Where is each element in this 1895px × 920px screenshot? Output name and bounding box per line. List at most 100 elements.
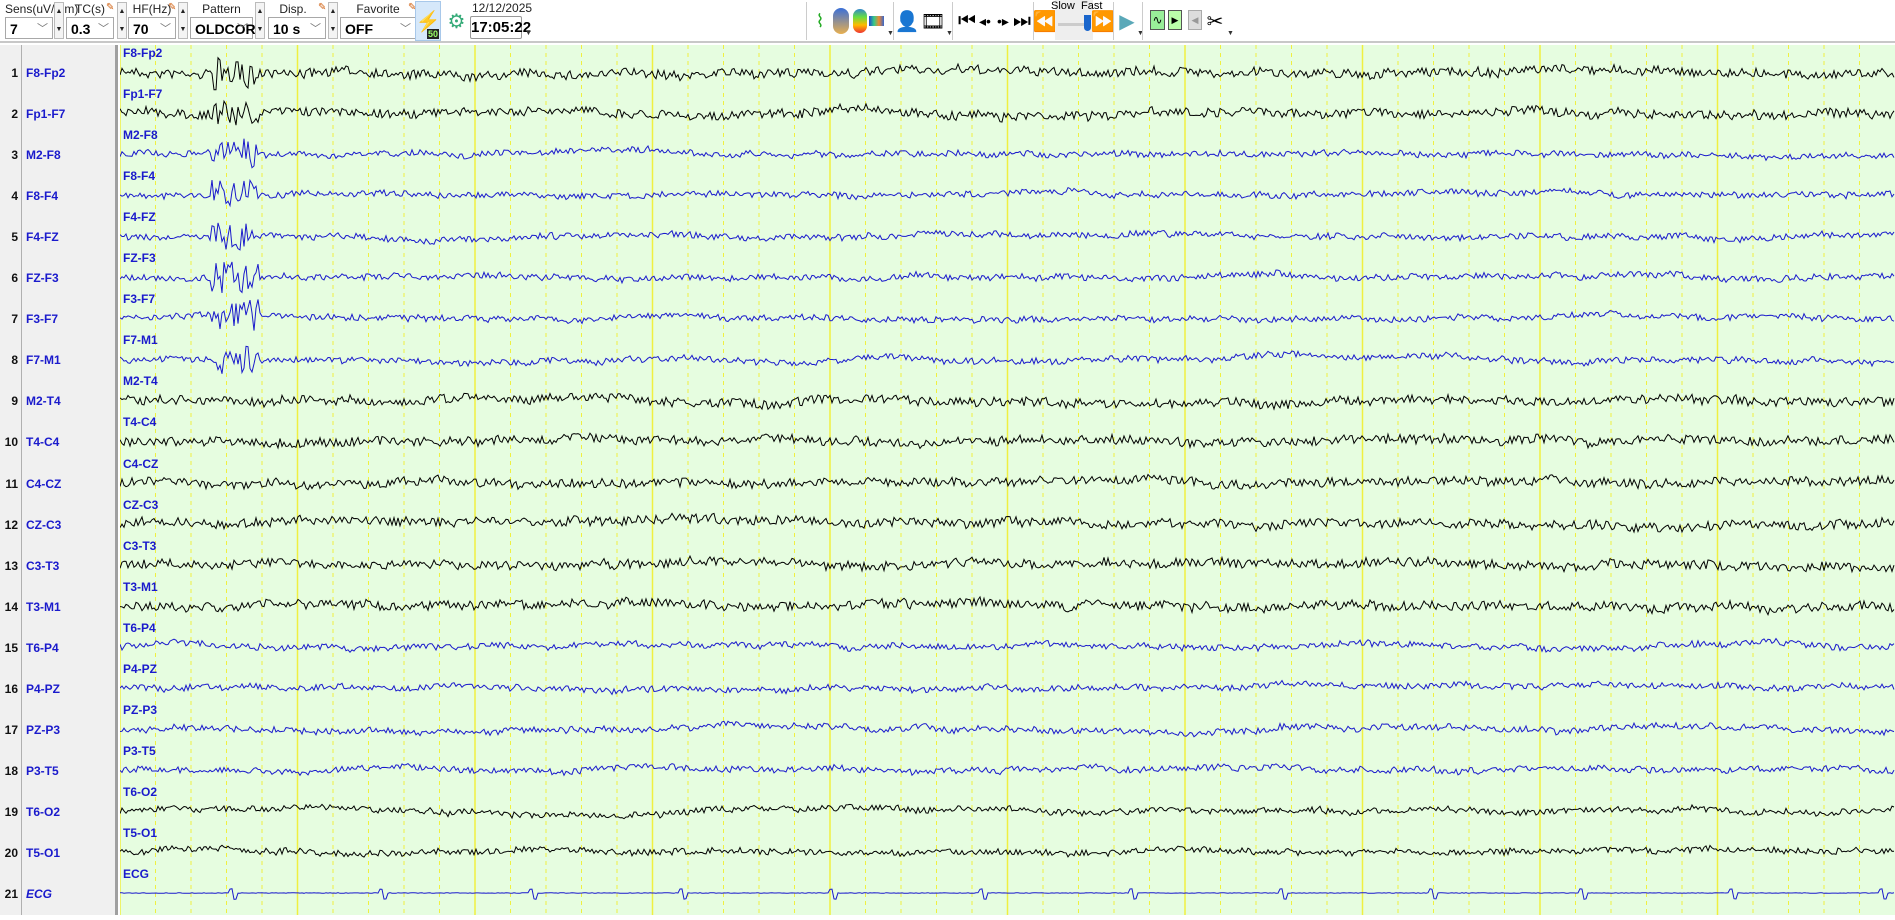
spectrogram-button[interactable]	[869, 4, 884, 38]
sens-spinner[interactable]: ▲ ▼	[54, 2, 64, 39]
fast-forward-button[interactable]: ⏩	[1091, 4, 1116, 38]
chevron-down-icon: ﹀	[237, 23, 248, 35]
spin-down-icon[interactable]: ▼	[118, 21, 126, 39]
go-last-button[interactable]: ⏭	[1013, 4, 1031, 38]
prev-page-button[interactable]: ◀	[1188, 10, 1202, 30]
waveform-view-button[interactable]: ∿	[1150, 10, 1165, 30]
favorite-label: Favorite	[356, 2, 400, 16]
head-map-button[interactable]	[832, 4, 850, 38]
tc-spinner[interactable]: ▲ ▼	[117, 2, 127, 39]
topography-button[interactable]	[852, 4, 868, 38]
chevron-down-icon: ﹀	[400, 23, 411, 35]
spin-down-icon[interactable]: ▼	[55, 21, 63, 39]
pencil-icon[interactable]: ✎	[168, 2, 176, 13]
hf-value: 70	[133, 21, 149, 37]
channel-label[interactable]: M2-T4	[26, 394, 61, 408]
spin-up-icon[interactable]: ▲	[329, 3, 337, 21]
go-first-button[interactable]: ⏮	[958, 4, 976, 38]
disp-length-spinner[interactable]: ▲ ▼	[328, 2, 338, 39]
step-back-icon: ◂•	[979, 12, 991, 29]
trace-label: T4-C4	[123, 415, 157, 430]
trace-label: P3-T5	[123, 743, 156, 758]
hf-dropdown[interactable]: 70 ﹀	[128, 17, 176, 39]
channel-label[interactable]: FZ-F3	[26, 271, 59, 285]
channel-number: 10	[4, 435, 18, 450]
channel-label[interactable]: T6-O2	[26, 805, 60, 819]
tc-dropdown[interactable]: 0.3 ﹀	[66, 17, 114, 39]
hf-spinner[interactable]: ▲ ▼	[178, 2, 188, 39]
channel-label[interactable]: Fp1-F7	[26, 107, 65, 121]
channel-label-panel: 1 F8-Fp2 2 Fp1-F7 3 M2-F8 4 F8-F4 5 F4-FZ 6 FZ-F3 7 F…	[0, 45, 118, 915]
spectrogram-icon	[869, 16, 884, 26]
channel-label[interactable]: F8-F4	[26, 189, 58, 203]
notch-filter-button[interactable]: ⚡ 50	[415, 1, 441, 41]
channel-label[interactable]: F8-Fp2	[26, 66, 65, 80]
dropdown-arrow-icon[interactable]: ▼	[1227, 30, 1234, 37]
trace-label: C4-CZ	[123, 456, 159, 471]
favorite-dropdown[interactable]: OFF ﹀	[340, 17, 416, 39]
channel-label[interactable]: C4-CZ	[26, 477, 61, 491]
channel-label[interactable]: P3-T5	[26, 764, 59, 778]
play-icon: ▶	[1119, 10, 1135, 33]
channel-label[interactable]: C3-T3	[26, 559, 59, 573]
patient-info-button[interactable]: 👤	[895, 4, 920, 38]
waveform-marker-button[interactable]: ⌇	[810, 4, 830, 38]
eeg-traces	[119, 45, 1895, 915]
trace-label: F3-F7	[123, 292, 156, 307]
channel-number: 5	[11, 230, 18, 245]
spin-up-icon[interactable]: ▲	[256, 3, 264, 21]
channel-label[interactable]: F7-M1	[26, 353, 61, 367]
channel-label[interactable]: T3-M1	[26, 600, 61, 614]
pattern-spinner[interactable]: ▲ ▼	[255, 2, 265, 39]
channel-label[interactable]: F3-F7	[26, 312, 58, 326]
clip-button[interactable]: ✂	[1205, 4, 1225, 38]
trace-label: CZ-C3	[123, 497, 159, 512]
spin-up-icon[interactable]: ▲	[118, 3, 126, 21]
trace-label: M2-T4	[123, 374, 158, 389]
channel-number: 12	[4, 517, 18, 532]
trace-label: F7-M1	[123, 333, 158, 348]
trace-label: F4-FZ	[123, 210, 156, 225]
channel-label[interactable]: T6-P4	[26, 641, 59, 655]
spin-down-icon[interactable]: ▼	[256, 21, 264, 39]
eeg-trace-area[interactable]: F8-Fp2 Fp1-F7 M2-F8 F8-F4 F4-FZ FZ-F3 F3-F7 F7-…	[119, 45, 1895, 915]
spin-up-icon[interactable]: ▲	[179, 3, 187, 21]
speed-slider[interactable]: Slow Fast	[1051, 0, 1102, 40]
montage-settings-button[interactable]: ⚙	[443, 4, 470, 38]
spin-down-icon[interactable]: ▼	[179, 21, 187, 39]
dropdown-arrow-icon[interactable]: ▼	[525, 30, 532, 37]
disp-length-dropdown[interactable]: 10 s ﹀	[268, 17, 326, 39]
pencil-icon[interactable]: ✎	[106, 2, 114, 13]
channel-label[interactable]: CZ-C3	[26, 518, 61, 532]
channel-number: 3	[11, 148, 18, 163]
channel-label[interactable]: F4-FZ	[26, 230, 59, 244]
spin-up-icon[interactable]: ▲	[55, 3, 63, 21]
slow-label: Slow	[1051, 0, 1075, 12]
sens-dropdown[interactable]: 7 ﹀	[5, 17, 53, 39]
channel-label[interactable]: T5-O1	[26, 846, 60, 860]
channel-label[interactable]: T4-C4	[26, 435, 59, 449]
pencil-icon[interactable]: ✎	[318, 2, 326, 13]
rewind-icon: ⏪	[1032, 10, 1058, 33]
time-display: 17:05:22	[470, 16, 531, 39]
channel-label[interactable]: PZ-P3	[26, 723, 60, 737]
channel-number: 6	[11, 271, 18, 286]
chevron-down-icon: ﹀	[310, 23, 321, 35]
trace-label: T3-M1	[123, 579, 158, 594]
channel-number: 13	[4, 558, 18, 573]
channel-number: 11	[5, 476, 18, 491]
video-button[interactable]: 🎞	[920, 4, 945, 38]
scissors-icon: ✂	[1206, 10, 1224, 33]
trace-label: T6-O2	[123, 784, 158, 799]
channel-label[interactable]: P4-PZ	[26, 682, 60, 696]
step-back-button[interactable]: ◂•	[977, 4, 993, 38]
channel-label[interactable]: ECG	[26, 887, 52, 901]
channel-number: 18	[4, 763, 18, 778]
step-forward-button[interactable]: •▸	[995, 4, 1011, 38]
channel-label[interactable]: M2-F8	[26, 148, 61, 162]
back-small-icon: ◀	[1191, 14, 1199, 25]
pattern-dropdown[interactable]: OLDCOR ﹀	[190, 17, 256, 39]
next-page-button[interactable]: ▶	[1168, 10, 1182, 30]
play-button[interactable]: ▶	[1118, 4, 1136, 38]
spin-down-icon[interactable]: ▼	[329, 21, 337, 39]
